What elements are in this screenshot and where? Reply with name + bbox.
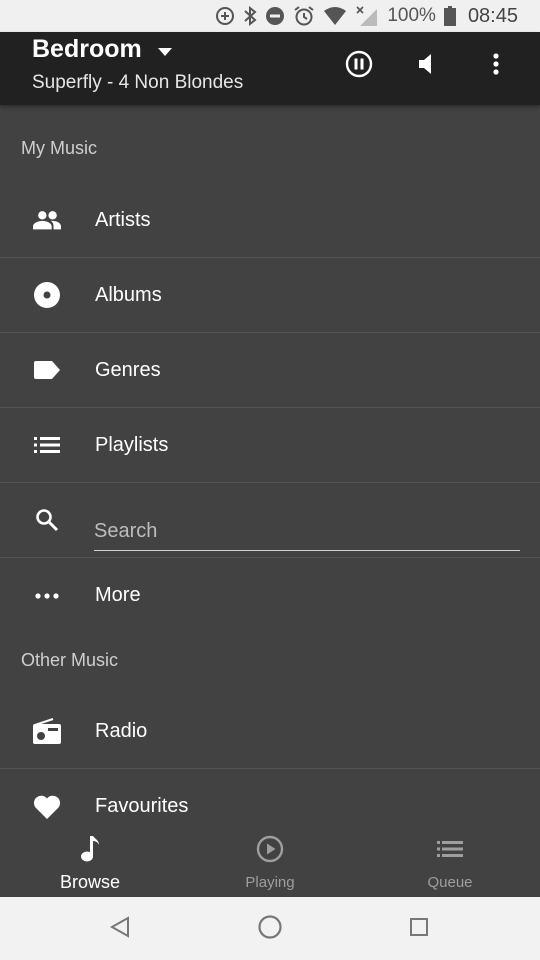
more-horiz-icon bbox=[33, 582, 61, 610]
list-item-artists[interactable]: Artists bbox=[0, 183, 540, 258]
volume-button[interactable] bbox=[405, 44, 449, 88]
recents-button[interactable] bbox=[403, 913, 435, 945]
more-vert-icon bbox=[492, 52, 500, 81]
system-navigation-bar bbox=[0, 897, 540, 960]
list-icon bbox=[33, 431, 61, 459]
music-note-icon bbox=[79, 835, 101, 868]
list-item-more[interactable]: More bbox=[0, 558, 540, 633]
room-selector[interactable]: Bedroom bbox=[32, 35, 172, 64]
list-item-label: Artists bbox=[95, 208, 151, 231]
list-item-label: Albums bbox=[95, 283, 162, 306]
list-item-label: More bbox=[95, 584, 141, 606]
tab-label: Queue bbox=[427, 874, 473, 891]
list-item-label: Genres bbox=[95, 358, 161, 381]
app-bar: Bedroom Superfly - 4 Non Blondes bbox=[0, 32, 540, 105]
search-icon bbox=[33, 506, 61, 534]
status-bar: 100% 08:45 bbox=[0, 0, 540, 32]
heart-icon bbox=[33, 793, 61, 821]
overflow-menu-button[interactable] bbox=[474, 44, 518, 88]
tab-label: Browse bbox=[59, 872, 121, 892]
section-header-other-music: Other Music bbox=[21, 650, 119, 670]
battery-percentage: 100% bbox=[387, 5, 436, 26]
radio-icon bbox=[33, 717, 61, 745]
list-item-label: Radio bbox=[95, 719, 148, 742]
list-item-playlists[interactable]: Playlists bbox=[0, 408, 540, 483]
list-item-genres[interactable]: Genres bbox=[0, 333, 540, 408]
list-item-albums[interactable]: Albums bbox=[0, 258, 540, 333]
tab-label: Playing bbox=[245, 874, 295, 891]
home-icon bbox=[257, 914, 283, 945]
volume-icon bbox=[417, 53, 437, 80]
clock: 08:45 bbox=[467, 4, 518, 27]
recents-icon bbox=[409, 917, 429, 942]
tab-browse[interactable]: Browse bbox=[0, 825, 180, 897]
queue-list-icon bbox=[436, 835, 464, 868]
search-input[interactable] bbox=[94, 505, 520, 551]
list-item-label: Playlists bbox=[95, 433, 169, 456]
battery-icon bbox=[443, 6, 456, 26]
dropdown-arrow-icon bbox=[157, 43, 172, 61]
list-item-label: Favourites bbox=[95, 795, 189, 817]
no-signal-icon bbox=[355, 5, 379, 27]
people-icon bbox=[33, 206, 61, 234]
list-item-favourites[interactable]: Favourites bbox=[0, 769, 540, 825]
back-icon bbox=[109, 915, 131, 943]
browse-list: My Music Artists Albums Genres Playlists bbox=[0, 105, 540, 825]
room-title: Bedroom bbox=[32, 35, 142, 63]
now-playing-text: Superfly - 4 Non Blondes bbox=[32, 72, 244, 93]
search-row bbox=[0, 483, 540, 558]
play-circle-icon bbox=[256, 835, 284, 868]
list-item-radio[interactable]: Radio bbox=[0, 694, 540, 769]
bottom-navigation: Browse Playing Queue bbox=[0, 825, 540, 897]
album-icon bbox=[33, 281, 61, 309]
tab-queue[interactable]: Queue bbox=[360, 825, 540, 897]
section-header-my-music: My Music bbox=[21, 138, 97, 158]
bluetooth-icon bbox=[243, 6, 257, 26]
pause-icon bbox=[345, 50, 373, 83]
alarm-icon bbox=[293, 5, 315, 27]
do-not-disturb-icon bbox=[265, 6, 285, 26]
tab-playing[interactable]: Playing bbox=[180, 825, 360, 897]
data-saver-icon bbox=[215, 6, 235, 26]
home-button[interactable] bbox=[254, 913, 286, 945]
back-button[interactable] bbox=[104, 913, 136, 945]
label-icon bbox=[33, 356, 61, 384]
wifi-icon bbox=[323, 6, 347, 26]
pause-button[interactable] bbox=[337, 44, 381, 88]
